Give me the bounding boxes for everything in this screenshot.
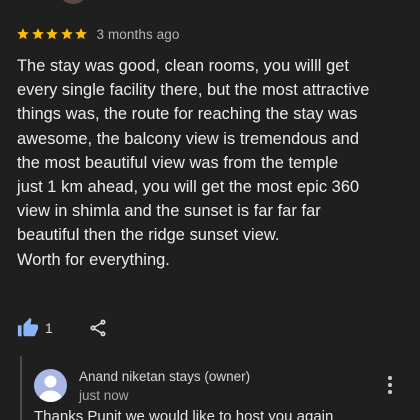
share-icon <box>90 319 106 337</box>
person-icon <box>39 375 62 402</box>
reply-indent-bar <box>20 356 22 420</box>
more-vert-icon[interactable] <box>384 376 396 398</box>
like-button[interactable]: 1 <box>17 317 53 339</box>
review-timestamp: 3 months ago <box>96 26 180 42</box>
rating-row: 3 months ago <box>16 24 180 44</box>
star-icon <box>31 28 44 40</box>
review-text: The stay was good, clean rooms, you will… <box>17 57 370 269</box>
star-icon <box>17 28 29 40</box>
share-button[interactable] <box>87 317 109 339</box>
star-icon <box>60 28 73 40</box>
like-count: 1 <box>45 320 53 336</box>
reviewer-avatar[interactable] <box>58 0 88 4</box>
star-icon <box>75 28 87 40</box>
star-icon <box>46 28 58 40</box>
review-card: 3 months ago The stay was good, clean ro… <box>0 0 420 420</box>
thumbs-up-icon <box>17 317 39 337</box>
owner-reply: Anand niketan stays (owner) just now Tha… <box>20 356 420 420</box>
star-rating <box>16 27 89 41</box>
owner-reply-text: Thanks Punit we would like to host you a… <box>34 408 334 420</box>
owner-name[interactable]: Anand niketan stays (owner) <box>79 369 250 384</box>
review-actions: 1 <box>17 316 109 340</box>
owner-avatar[interactable] <box>34 369 67 402</box>
owner-reply-time: just now <box>79 388 129 403</box>
